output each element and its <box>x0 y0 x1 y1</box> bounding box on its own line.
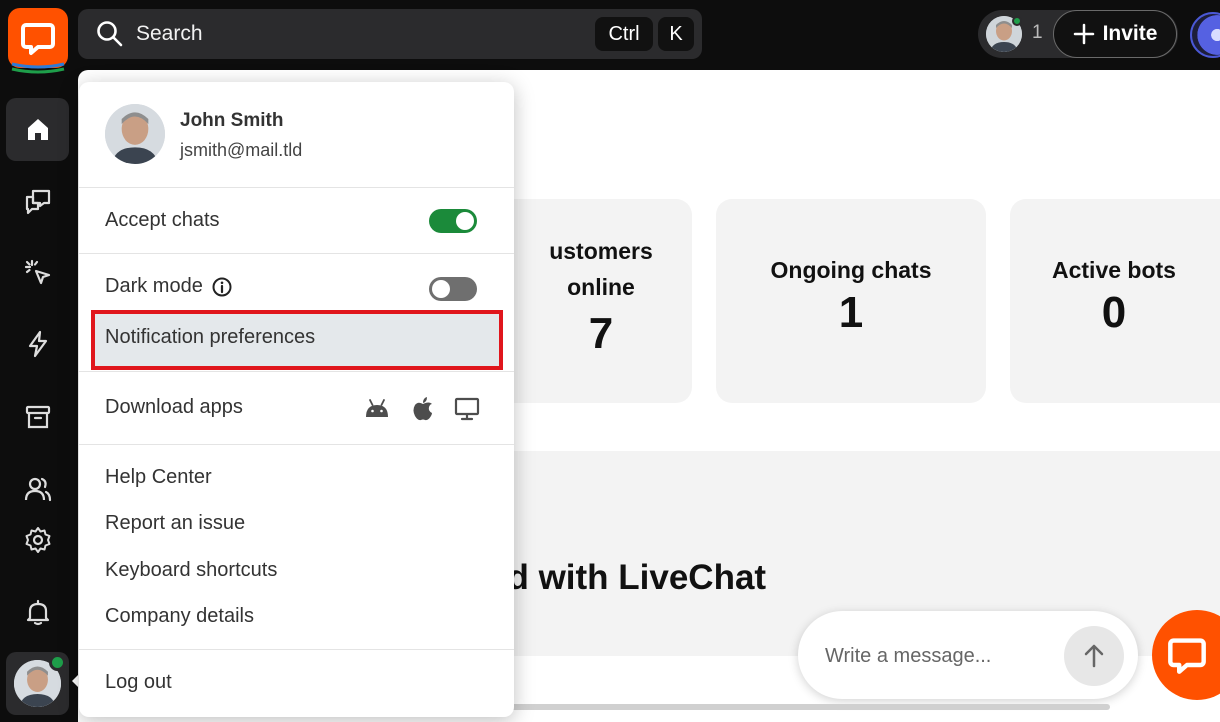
chat-bubble-icon <box>1168 638 1206 674</box>
horizontal-scrollbar[interactable] <box>470 704 1110 710</box>
profile-menu: John Smith jsmith@mail.tld Accept chats … <box>79 82 514 717</box>
app-window: Search Ctrl K 1 Invite ustomers online 7… <box>0 0 1220 722</box>
online-status-dot <box>49 654 66 671</box>
shortcut-k-key: K <box>658 17 694 51</box>
company-details-item[interactable]: Company details <box>105 605 254 628</box>
report-issue-item[interactable]: Report an issue <box>105 512 245 535</box>
bell-icon <box>26 599 49 625</box>
sidebar-profile-avatar[interactable] <box>6 652 69 715</box>
download-apps-label: Download apps <box>105 396 243 418</box>
search-label: Search <box>136 22 203 45</box>
sidebar-item-home[interactable] <box>6 98 69 161</box>
stat-title: Ongoing chats <box>770 257 932 283</box>
search-bar[interactable]: Search Ctrl K <box>78 9 702 59</box>
ai-assistant-orb[interactable] <box>1190 12 1220 58</box>
menu-divider <box>79 649 514 650</box>
invite-label: Invite <box>1102 22 1158 45</box>
chats-icon <box>25 189 50 214</box>
menu-divider <box>79 187 514 188</box>
stat-value: 0 <box>1101 288 1127 337</box>
search-icon <box>97 21 123 47</box>
arrow-up-icon <box>1084 644 1104 668</box>
stat-card-ongoing-chats: Ongoing chats 1 <box>716 199 986 403</box>
logo-stripes <box>11 62 65 74</box>
sidebar-item-archives[interactable] <box>6 385 69 448</box>
plus-icon <box>1073 23 1094 45</box>
profile-menu-avatar <box>105 104 165 164</box>
shortcut-ctrl-key: Ctrl <box>595 17 653 51</box>
livechat-logo[interactable] <box>8 8 68 68</box>
desktop-icon[interactable] <box>453 395 481 423</box>
apple-icon[interactable] <box>409 395 437 423</box>
stat-title: Active bots <box>1052 257 1176 283</box>
android-icon-svg <box>366 399 388 417</box>
chat-bubble-icon <box>21 23 55 55</box>
android-icon[interactable] <box>363 395 391 423</box>
accept-chats-label: Accept chats <box>105 209 220 231</box>
menu-divider <box>79 444 514 445</box>
stat-value: 1 <box>838 288 864 337</box>
lightning-icon <box>28 330 47 357</box>
gear-icon <box>25 526 50 553</box>
sidebar-item-engage[interactable] <box>6 241 69 304</box>
log-out-item[interactable]: Log out <box>105 671 172 694</box>
sidebar-item-automate[interactable] <box>6 312 69 375</box>
toggle-knob <box>432 280 450 298</box>
sidebar-item-chats[interactable] <box>6 170 69 233</box>
sidebar-item-settings[interactable] <box>6 508 69 571</box>
engage-icon <box>24 259 50 284</box>
dark-mode-row: Dark mode <box>105 275 233 298</box>
profile-email: jsmith@mail.tld <box>180 140 303 160</box>
dark-mode-label: Dark mode <box>105 275 203 297</box>
stat-card-active-bots: Active bots 0 <box>1010 199 1220 403</box>
profile-name: John Smith <box>180 110 284 131</box>
profile-photo-image <box>105 104 165 164</box>
toggle-knob <box>456 212 474 230</box>
menu-divider <box>79 371 514 372</box>
home-icon <box>27 118 48 140</box>
help-center-item[interactable]: Help Center <box>105 466 212 489</box>
getting-started-headline: ed with LiveChat <box>488 558 767 597</box>
notification-preferences-label: Notification preferences <box>105 326 316 348</box>
apple-icon-svg <box>413 397 432 421</box>
dark-mode-toggle[interactable] <box>429 277 477 301</box>
info-icon[interactable] <box>211 276 233 298</box>
desktop-icon-svg <box>454 397 480 421</box>
archive-icon <box>25 405 50 428</box>
accept-chats-toggle[interactable] <box>429 209 477 233</box>
invite-button[interactable]: Invite <box>1053 10 1177 58</box>
menu-divider <box>79 253 514 254</box>
composer-placeholder: Write a message... <box>825 645 992 667</box>
online-status-dot <box>1012 16 1022 26</box>
keyboard-shortcuts-item[interactable]: Keyboard shortcuts <box>105 559 277 582</box>
team-icon <box>24 477 51 501</box>
online-count: 1 <box>1032 22 1043 43</box>
sidebar-item-notifications[interactable] <box>6 580 69 643</box>
send-button[interactable] <box>1064 626 1124 686</box>
